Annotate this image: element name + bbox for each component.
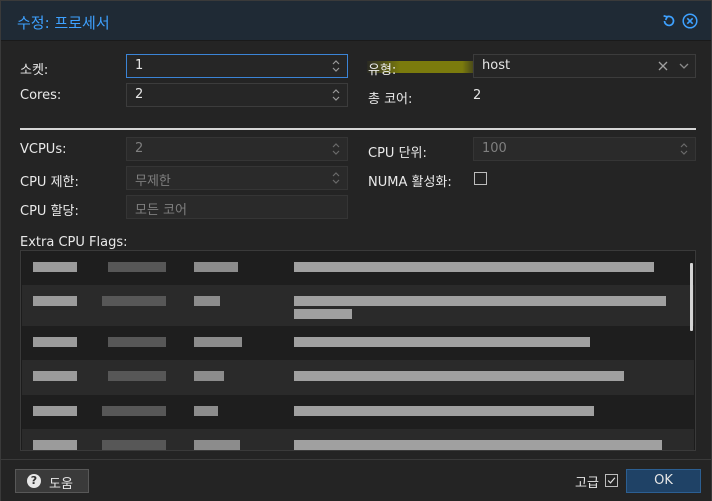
- table-row[interactable]: [22, 285, 694, 326]
- blurred-cell: [33, 296, 77, 306]
- blurred-cell: [194, 337, 242, 347]
- undo-icon[interactable]: [661, 13, 677, 29]
- blurred-cell: [102, 406, 166, 416]
- blurred-cell: [294, 262, 654, 272]
- cpu-affinity-field[interactable]: 모든 코어: [126, 195, 348, 219]
- blurred-cell: [294, 440, 662, 450]
- question-icon: ?: [27, 474, 41, 488]
- blurred-cell: [294, 371, 624, 381]
- sockets-label: 소켓:: [20, 63, 49, 78]
- blurred-cell: [294, 406, 594, 416]
- total-cores-value: 2: [473, 88, 482, 103]
- blurred-cell: [294, 337, 590, 347]
- cores-value: 2: [135, 87, 144, 102]
- type-label: 유형:: [368, 63, 397, 78]
- blurred-cell: [33, 262, 77, 272]
- blurred-cell: [294, 309, 352, 319]
- blurred-cell: [194, 440, 240, 450]
- blurred-cell: [194, 296, 220, 306]
- spinner-icon[interactable]: [331, 57, 341, 75]
- advanced-checkbox[interactable]: [605, 474, 618, 487]
- blurred-cell: [194, 371, 224, 381]
- type-select[interactable]: host: [473, 54, 696, 78]
- dialog-footer: ? 도움 고급 OK: [1, 459, 711, 501]
- table-row[interactable]: [22, 251, 694, 285]
- blurred-cell: [108, 371, 166, 381]
- numa-checkbox[interactable]: [474, 172, 487, 185]
- cpu-limit-field[interactable]: 무제한: [126, 166, 348, 190]
- processor-edit-dialog: 수정: 프로세서 소켓: 1 유형: host Cores: 2 총 코어: 2…: [0, 0, 712, 501]
- blurred-cell: [108, 337, 166, 347]
- blurred-cell: [33, 337, 77, 347]
- blurred-cell: [33, 406, 77, 416]
- spinner-icon[interactable]: [331, 140, 341, 158]
- cores-label: Cores:: [20, 88, 62, 103]
- table-row[interactable]: [22, 395, 694, 429]
- cpu-limit-value: 무제한: [135, 174, 171, 189]
- spinner-icon[interactable]: [331, 86, 341, 104]
- blurred-cell: [194, 406, 218, 416]
- help-button[interactable]: ? 도움: [15, 469, 89, 493]
- cpu-units-value: 100: [482, 141, 507, 156]
- sockets-value: 1: [135, 58, 144, 73]
- cpu-affinity-label: CPU 할당:: [20, 204, 79, 219]
- clear-icon[interactable]: [658, 61, 668, 71]
- extra-flags-label: Extra CPU Flags:: [20, 235, 128, 250]
- cpu-flags-grid: [20, 250, 696, 451]
- sockets-field[interactable]: 1: [126, 54, 348, 78]
- blurred-cell: [194, 262, 238, 272]
- blurred-cell: [102, 296, 166, 306]
- dialog-title: 수정: 프로세서: [17, 14, 110, 32]
- blurred-cell: [102, 440, 166, 450]
- table-row[interactable]: [22, 429, 694, 450]
- grid-scrollbar[interactable]: [690, 263, 693, 331]
- blurred-cell: [33, 371, 77, 381]
- ok-button[interactable]: OK: [626, 469, 701, 493]
- blurred-cell: [33, 440, 77, 450]
- spinner-icon[interactable]: [679, 140, 689, 158]
- vcpus-value: 2: [135, 141, 144, 156]
- cpu-limit-label: CPU 제한:: [20, 175, 79, 190]
- chevron-down-icon[interactable]: [679, 62, 689, 70]
- type-value: host: [482, 58, 511, 73]
- vcpus-label: VCPUs:: [20, 142, 67, 157]
- cpu-units-field[interactable]: 100: [473, 137, 696, 161]
- spinner-icon[interactable]: [331, 169, 341, 187]
- section-divider: [20, 128, 696, 130]
- cpu-affinity-placeholder: 모든 코어: [135, 203, 187, 218]
- dialog-titlebar: 수정: 프로세서: [1, 1, 711, 41]
- total-cores-label: 총 코어:: [368, 92, 413, 107]
- table-row[interactable]: [22, 326, 694, 360]
- table-row[interactable]: [22, 360, 694, 395]
- advanced-label: 고급: [575, 476, 599, 491]
- help-button-label: 도움: [49, 477, 73, 492]
- numa-label: NUMA 활성화:: [368, 175, 452, 190]
- cores-field[interactable]: 2: [126, 83, 348, 107]
- blurred-cell: [108, 262, 166, 272]
- blurred-cell: [294, 296, 666, 306]
- cpu-units-label: CPU 단위:: [368, 146, 427, 161]
- vcpus-field[interactable]: 2: [126, 137, 348, 161]
- close-circle-icon[interactable]: [682, 13, 698, 29]
